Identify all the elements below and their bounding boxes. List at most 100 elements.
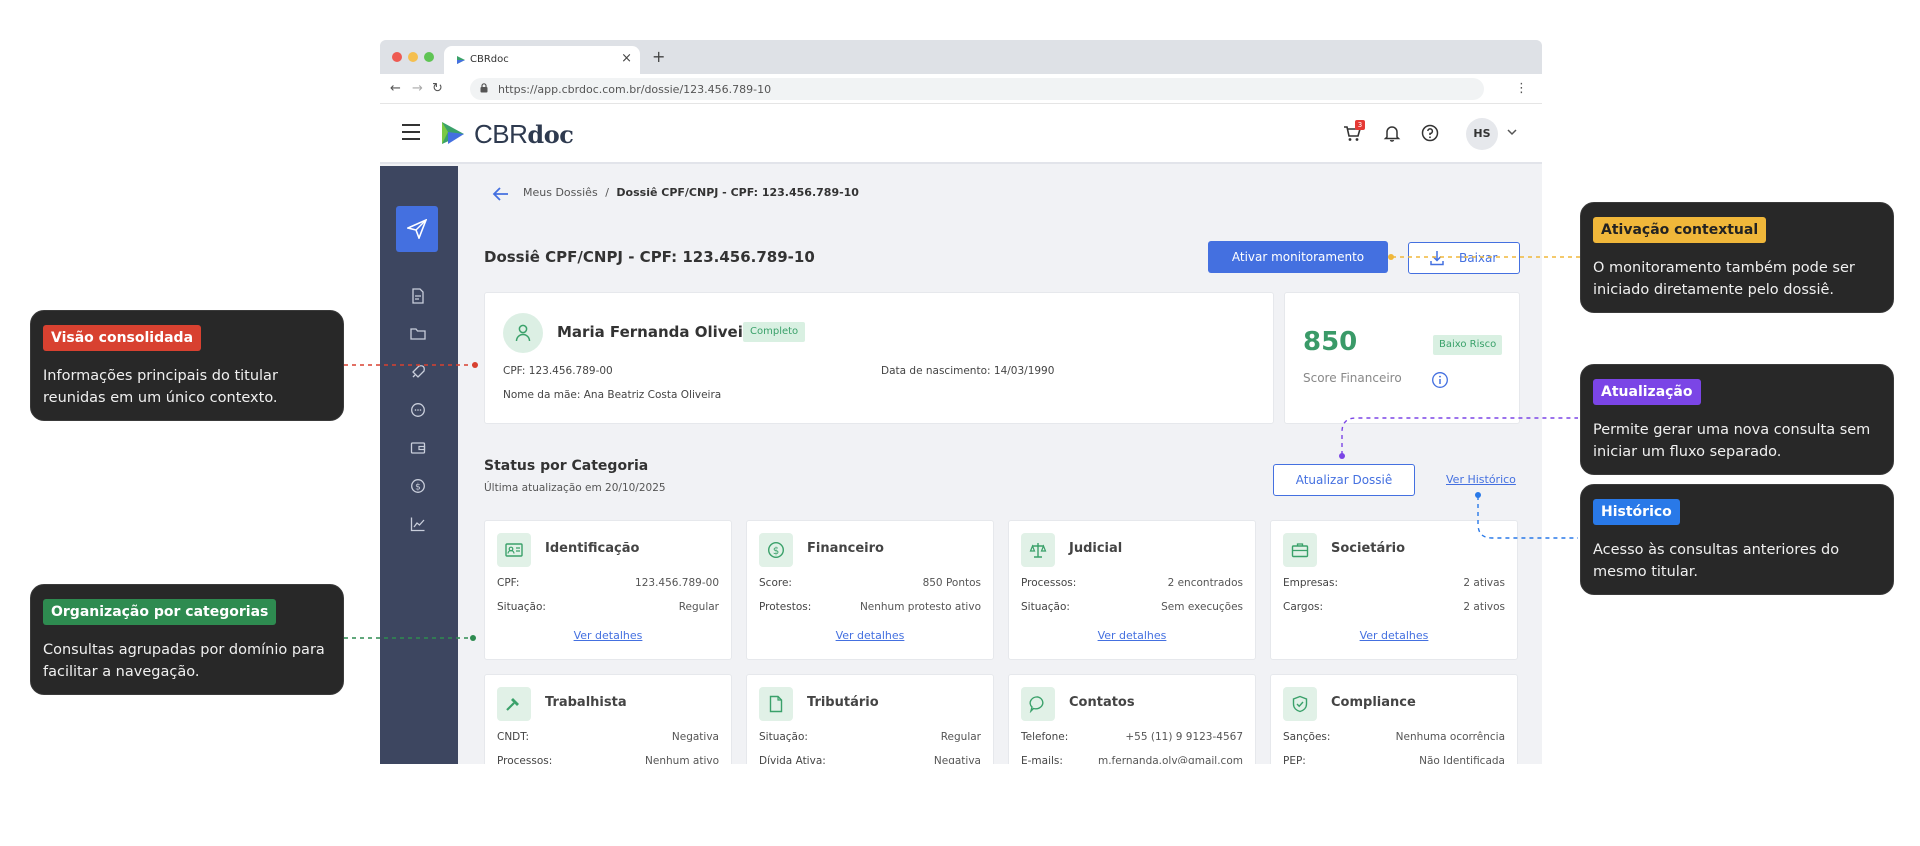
activate-monitoring-button[interactable]: Ativar monitoramento bbox=[1208, 241, 1388, 273]
category-card-judicial: Judicial Processos: 2 encontrados Situaçã… bbox=[1008, 520, 1256, 660]
hamburger-menu-icon[interactable] bbox=[402, 124, 420, 140]
score-label: Score Financeiro bbox=[1303, 371, 1402, 385]
download-icon bbox=[1430, 251, 1444, 266]
row-label: Situação: bbox=[497, 601, 546, 613]
wallet-icon[interactable] bbox=[410, 440, 426, 456]
row-label: Cargos: bbox=[1283, 601, 1323, 613]
view-details-link[interactable]: Ver detalhes bbox=[485, 629, 731, 642]
update-dossier-button[interactable]: Atualizar Dossiê bbox=[1273, 464, 1415, 496]
status-badge: Completo bbox=[743, 322, 806, 342]
chat-icon bbox=[1029, 696, 1044, 713]
hammer-icon bbox=[506, 698, 519, 711]
callout-update: Atualização Permite gerar uma nova consu… bbox=[1580, 364, 1894, 475]
browser-tab[interactable]: CBRdoc × bbox=[444, 46, 640, 74]
document-icon[interactable] bbox=[410, 288, 426, 304]
cart-count-badge: 3 bbox=[1355, 120, 1365, 130]
profile-name: Maria Fernanda Oliveira bbox=[557, 323, 761, 341]
category-icon-box bbox=[1283, 687, 1317, 721]
new-tab-icon[interactable]: + bbox=[652, 47, 665, 66]
tab-close-icon[interactable]: × bbox=[621, 51, 632, 66]
callout-categories: Organização por categorias Consultas agr… bbox=[30, 584, 344, 695]
category-icon-box: $ bbox=[759, 533, 793, 567]
row-value: +55 (11) 9 9123-4567 bbox=[1125, 731, 1243, 743]
category-row: Situação: Sem execuções bbox=[1021, 601, 1243, 615]
cpf-value: 123.456.789-00 bbox=[528, 365, 613, 377]
callout-history: Histórico Acesso às consultas anteriores… bbox=[1580, 484, 1894, 595]
help-icon[interactable] bbox=[1420, 123, 1440, 143]
rocket-icon[interactable] bbox=[410, 364, 426, 380]
row-value: 2 ativos bbox=[1463, 601, 1505, 613]
category-title: Compliance bbox=[1331, 695, 1416, 710]
callout-text: Informações principais do titular reunid… bbox=[43, 368, 278, 406]
category-title: Trabalhista bbox=[545, 695, 627, 710]
birth-field: Data de nascimento: 14/03/1990 bbox=[881, 365, 1054, 377]
category-title: Societário bbox=[1331, 541, 1406, 556]
cpf-field: CPF: 123.456.789-00 bbox=[503, 365, 613, 377]
row-value: 2 ativas bbox=[1463, 577, 1505, 589]
scale-icon bbox=[1029, 543, 1047, 558]
url-field[interactable]: https://app.cbrdoc.com.br/dossie/123.456… bbox=[470, 78, 1484, 100]
chevron-down-icon[interactable] bbox=[1506, 126, 1518, 138]
browser-window: CBRdoc × + ← → ↻ https://app.cbrdoc.com.… bbox=[380, 40, 1542, 764]
breadcrumb-parent[interactable]: Meus Dossiês bbox=[523, 186, 598, 199]
row-value: 2 encontrados bbox=[1167, 577, 1243, 589]
view-details-link[interactable]: Ver detalhes bbox=[1271, 629, 1517, 642]
category-icon-box bbox=[497, 687, 531, 721]
maximize-window-dot[interactable] bbox=[424, 52, 434, 62]
address-bar: ← → ↻ https://app.cbrdoc.com.br/dossie/1… bbox=[380, 74, 1542, 104]
category-card-tributario: Tributário Situação: Regular Dívida Ativa… bbox=[746, 674, 994, 764]
category-row: CPF: 123.456.789-00 bbox=[497, 577, 719, 591]
chat-bubble-icon[interactable] bbox=[410, 402, 426, 418]
birth-value: 14/03/1990 bbox=[993, 365, 1055, 377]
view-details-link[interactable]: Ver detalhes bbox=[747, 629, 993, 642]
category-row: Situação: Regular bbox=[759, 731, 981, 745]
row-label: Protestos: bbox=[759, 601, 812, 613]
category-row: Empresas: 2 ativas bbox=[1283, 577, 1505, 591]
folder-icon[interactable] bbox=[410, 326, 426, 342]
risk-badge: Baixo Risco bbox=[1433, 335, 1503, 355]
category-title: Tributário bbox=[807, 695, 879, 710]
line-chart-icon[interactable] bbox=[410, 516, 426, 532]
presentation-canvas: CBRdoc × + ← → ↻ https://app.cbrdoc.com.… bbox=[0, 0, 1920, 846]
view-history-link[interactable]: Ver Histórico bbox=[1446, 473, 1516, 486]
cbrdoc-logo-icon bbox=[442, 122, 464, 144]
cbrdoc-favicon-icon bbox=[457, 56, 465, 64]
page-title: Dossiê CPF/CNPJ - CPF: 123.456.789-10 bbox=[484, 248, 815, 266]
category-row: Protestos: Nenhum protesto ativo bbox=[759, 601, 981, 615]
reload-icon[interactable]: ↻ bbox=[432, 81, 443, 96]
logo-part-doc: doc bbox=[527, 120, 574, 149]
view-details-link[interactable]: Ver detalhes bbox=[1009, 629, 1255, 642]
category-row: PEP: Não Identificada bbox=[1283, 755, 1505, 764]
row-value: 850 Pontos bbox=[922, 577, 981, 589]
section-title: Status por Categoria bbox=[484, 458, 649, 474]
browser-menu-icon[interactable]: ⋮ bbox=[1515, 81, 1528, 96]
category-card-identificacao: Identificação CPF: 123.456.789-00 Situaçã… bbox=[484, 520, 732, 660]
row-label: CNDT: bbox=[497, 731, 530, 743]
close-window-dot[interactable] bbox=[392, 52, 402, 62]
category-title: Identificação bbox=[545, 541, 640, 556]
minimize-window-dot[interactable] bbox=[408, 52, 418, 62]
category-row: Dívida Ativa: Negativa bbox=[759, 755, 981, 764]
paper-plane-icon bbox=[407, 219, 427, 239]
callout-text: Acesso às consultas anteriores do mesmo … bbox=[1593, 542, 1840, 580]
row-label: Situação: bbox=[759, 731, 808, 743]
row-value: Nenhuma ocorrência bbox=[1395, 731, 1505, 743]
bell-icon[interactable] bbox=[1382, 123, 1402, 143]
breadcrumb-separator: / bbox=[605, 186, 609, 199]
callout-tag: Ativação contextual bbox=[1593, 217, 1767, 243]
forward-nav-icon[interactable]: → bbox=[412, 81, 423, 96]
info-icon[interactable] bbox=[1431, 371, 1449, 389]
back-nav-icon[interactable]: ← bbox=[390, 81, 401, 96]
category-icon-box bbox=[759, 687, 793, 721]
sidebar-item-send[interactable] bbox=[396, 206, 438, 252]
back-arrow-icon[interactable] bbox=[492, 186, 510, 202]
download-button[interactable]: Baixar bbox=[1408, 242, 1520, 274]
svg-text:$: $ bbox=[773, 546, 779, 557]
breadcrumb-current: Dossiê CPF/CNPJ - CPF: 123.456.789-10 bbox=[616, 186, 859, 199]
user-avatar[interactable]: HS bbox=[1466, 118, 1498, 150]
dollar-circle-icon[interactable]: $ bbox=[410, 478, 426, 494]
id-card-icon bbox=[505, 543, 523, 557]
category-row: Processos: 2 encontrados bbox=[1021, 577, 1243, 591]
category-card-contatos: Contatos Telefone: +55 (11) 9 9123-4567 E… bbox=[1008, 674, 1256, 764]
category-card-trabalhista: Trabalhista CNDT: Negativa Processos: Nenh… bbox=[484, 674, 732, 764]
